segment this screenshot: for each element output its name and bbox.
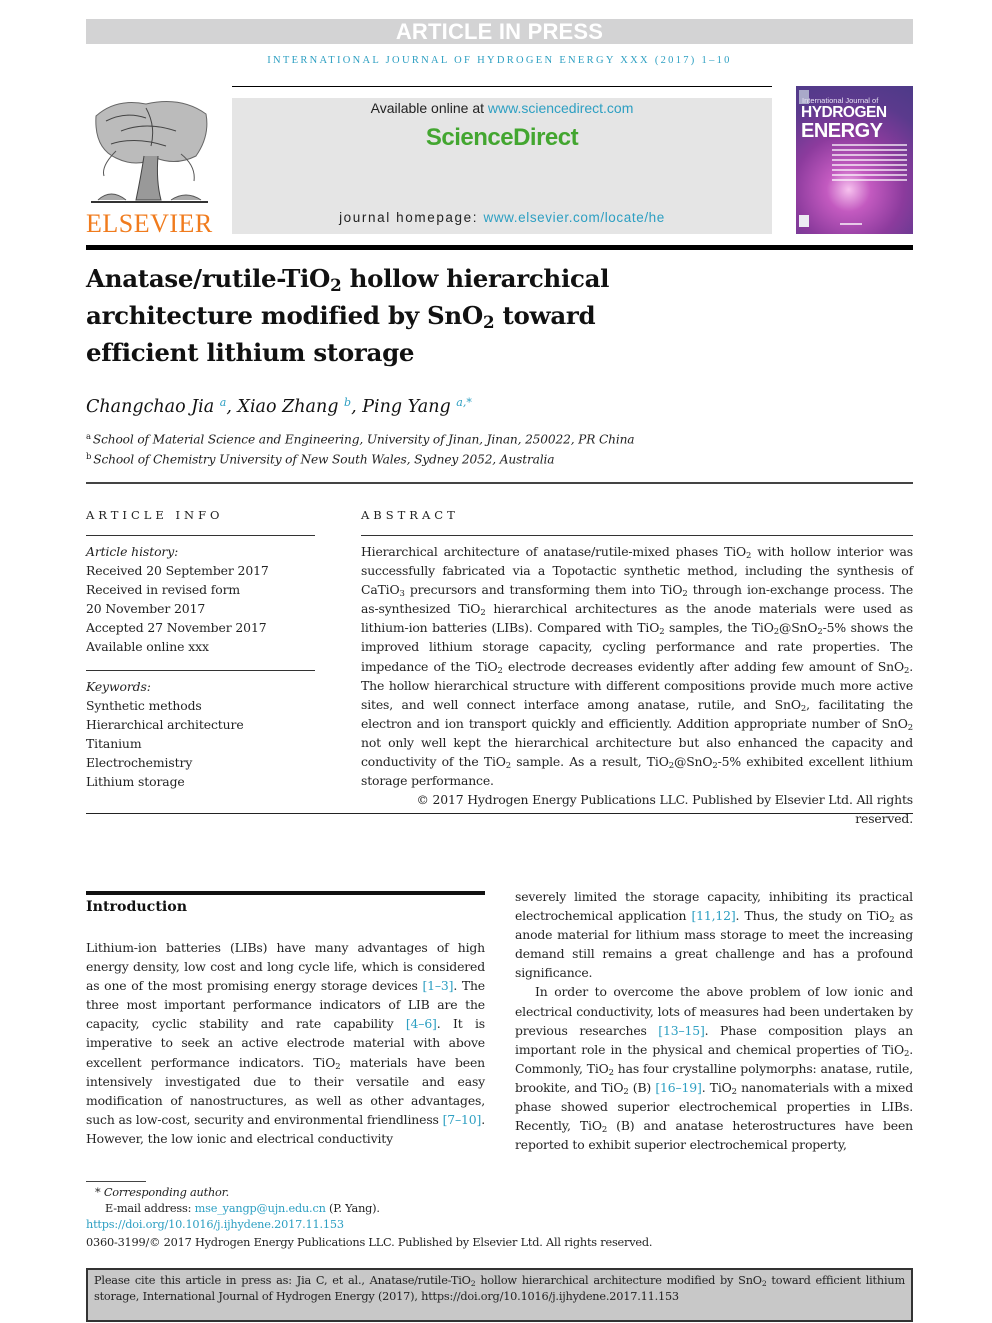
author-affiliation-mark[interactable]: b xyxy=(344,396,351,409)
journal-cover-image: International Journal of HYDROGEN ENERGY xyxy=(796,86,913,234)
author-affiliation-mark[interactable]: a,* xyxy=(456,396,472,409)
email-note: E-mail address: mse_yangp@ujn.edu.cn (P.… xyxy=(105,1202,380,1215)
elsevier-tree-icon xyxy=(91,101,208,203)
cover-publisher-text xyxy=(840,223,862,225)
citation-text: Please cite this article in press as: Ji… xyxy=(94,1274,471,1287)
available-online: Available online at www.sciencedirect.co… xyxy=(232,100,772,116)
history-item: 20 November 2017 xyxy=(86,601,206,617)
journal-homepage: journal homepage: www.elsevier.com/locat… xyxy=(232,210,772,225)
issn-copyright: 0360-3199/© 2017 Hydrogen Energy Publica… xyxy=(86,1236,653,1249)
author-name[interactable]: Xiao Zhang xyxy=(238,397,339,417)
intro-paragraph: Lithium-ion batteries (LIBs) have many a… xyxy=(86,940,485,1146)
history-item: Accepted 27 November 2017 xyxy=(86,620,267,636)
article-title: Anatase/rutile-TiO2 hollow hierarchical … xyxy=(86,260,706,371)
header-top-rule xyxy=(232,86,772,87)
citation-text: hollow hierarchical architecture modifie… xyxy=(475,1274,762,1287)
introduction-rule xyxy=(86,891,485,895)
citation-ref[interactable]: [16–19] xyxy=(655,1080,702,1095)
introduction-column-right: severely limited the storage capacity, i… xyxy=(515,887,913,1154)
header-divider xyxy=(86,245,913,250)
citation-ref[interactable]: [1–3] xyxy=(422,978,453,993)
citation-ref[interactable]: [7–10] xyxy=(443,1112,482,1127)
abstract-rule xyxy=(361,535,913,536)
sciencedirect-logo[interactable]: ScienceDirect xyxy=(232,124,772,152)
author-name[interactable]: Ping Yang xyxy=(362,397,451,417)
cover-publisher-logo-icon xyxy=(799,215,809,227)
affiliation-text: School of Material Science and Engineeri… xyxy=(92,432,635,447)
keywords-rule xyxy=(86,670,315,671)
title-part: Anatase/rutile-TiO xyxy=(86,264,331,293)
article-history-label: Article history: xyxy=(86,544,179,559)
title-subscript: 2 xyxy=(482,312,495,333)
email-label: E-mail address: xyxy=(105,1202,195,1215)
intro-paragraph: In order to overcome the above problem o… xyxy=(515,984,914,1153)
author-list: Changchao Jia a, Xiao Zhang b, Ping Yang… xyxy=(86,396,472,418)
keywords-label: Keywords: xyxy=(86,679,151,694)
cover-title-line2: HYDROGEN xyxy=(801,104,887,121)
introduction-column-left: Lithium-ion batteries (LIBs) have many a… xyxy=(86,938,485,1148)
available-online-label: Available online at xyxy=(370,100,488,116)
keyword-item: Titanium xyxy=(86,736,142,752)
article-in-press-banner: ARTICLE IN PRESS xyxy=(86,19,913,44)
citation-ref[interactable]: [13–15] xyxy=(658,1023,705,1038)
affiliation: a School of Material Science and Engineer… xyxy=(86,432,635,447)
keyword-item: Electrochemistry xyxy=(86,755,193,771)
affiliation-mark: a xyxy=(86,432,91,442)
citation-ref[interactable]: [11,12] xyxy=(691,908,735,923)
article-info-heading: ARTICLE INFO xyxy=(86,508,224,522)
footnote-rule xyxy=(86,1181,146,1182)
front-matter-end-rule xyxy=(86,813,913,814)
abstract-text: Hierarchical architecture of anatase/rut… xyxy=(361,544,914,789)
abstract-heading: ABSTRACT xyxy=(361,508,459,522)
corresponding-author-note: * Corresponding author. xyxy=(95,1186,229,1199)
email-link[interactable]: mse_yangp@ujn.edu.cn xyxy=(195,1202,326,1215)
citation-ref[interactable]: [4–6] xyxy=(406,1016,437,1031)
history-item: Available online xxx xyxy=(86,639,209,655)
affiliation-mark: b xyxy=(86,452,92,462)
sciencedirect-link[interactable]: www.sciencedirect.com xyxy=(488,100,634,116)
keywords: Keywords: Synthetic methods Hierarchical… xyxy=(86,677,244,792)
affiliation: b School of Chemistry University of New S… xyxy=(86,452,555,467)
article-history: Article history: Received 20 September 2… xyxy=(86,542,269,657)
cover-title-line3: ENERGY xyxy=(801,120,883,142)
intro-paragraph: severely limited the storage capacity, i… xyxy=(515,889,914,981)
keyword-item: Synthetic methods xyxy=(86,698,202,714)
citation-box: Please cite this article in press as: Ji… xyxy=(86,1268,913,1322)
history-item: Received in revised form xyxy=(86,582,241,598)
doi-link[interactable]: https://doi.org/10.1016/j.ijhydene.2017.… xyxy=(86,1218,344,1231)
journal-homepage-label: journal homepage: xyxy=(339,210,484,225)
keyword-item: Hierarchical architecture xyxy=(86,717,244,733)
abstract-body: Hierarchical architecture of anatase/rut… xyxy=(361,542,913,828)
keyword-item: Lithium storage xyxy=(86,774,185,790)
elsevier-wordmark: ELSEVIER xyxy=(86,209,213,238)
affiliation-text: School of Chemistry University of New So… xyxy=(93,452,555,467)
email-suffix: (P. Yang). xyxy=(325,1202,380,1215)
author-affiliation-mark[interactable]: a xyxy=(220,396,227,409)
history-item: Received 20 September 2017 xyxy=(86,563,269,579)
journal-running-header: INTERNATIONAL JOURNAL OF HYDROGEN ENERGY… xyxy=(267,55,732,66)
article-info-rule xyxy=(86,535,315,536)
author-name[interactable]: Changchao Jia xyxy=(86,397,214,417)
doi-link-text[interactable]: https://doi.org/10.1016/j.ijhydene.2017.… xyxy=(86,1218,344,1231)
introduction-heading: Introduction xyxy=(86,899,188,915)
journal-homepage-link[interactable]: www.elsevier.com/locate/he xyxy=(483,210,664,225)
section-divider xyxy=(86,482,913,484)
title-subscript: 2 xyxy=(330,275,342,296)
abstract-copyright: © 2017 Hydrogen Energy Publications LLC.… xyxy=(416,792,913,827)
cover-editor-lines xyxy=(832,144,907,184)
